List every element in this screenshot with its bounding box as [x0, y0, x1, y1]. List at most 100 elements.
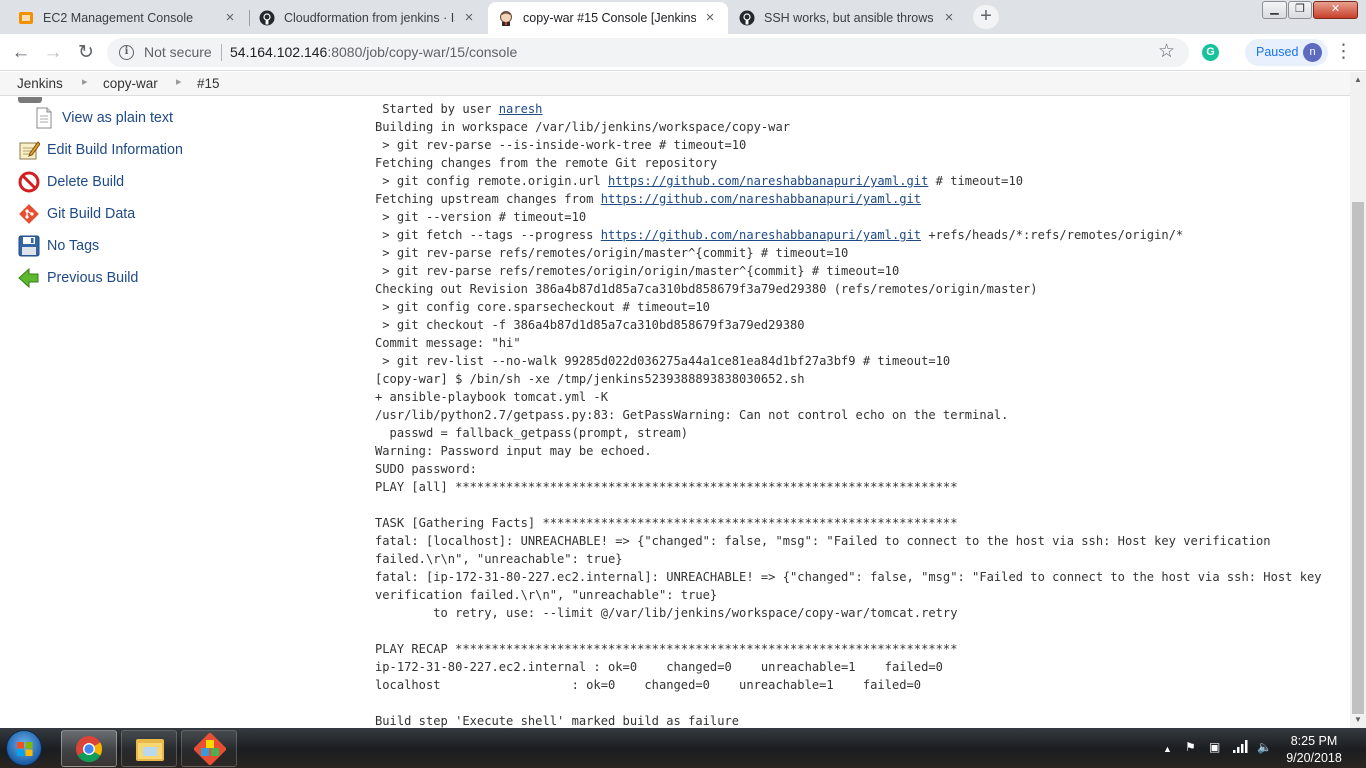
address-bar[interactable]: i Not secure 54.164.102.146:8080/job/cop… — [107, 38, 1189, 67]
jenkins-icon — [498, 10, 514, 26]
scrollbar-thumb[interactable] — [1352, 202, 1364, 714]
console-line: > git config remote.origin.url https://g… — [375, 172, 1345, 190]
avatar: n — [1303, 43, 1322, 62]
console-line-text: localhost : ok=0 changed=0 unreachable=1… — [375, 678, 922, 692]
close-window-button[interactable]: ✕ — [1313, 1, 1358, 19]
action-center-flag-icon[interactable]: ⚑ — [1185, 740, 1196, 754]
github-icon — [259, 10, 275, 26]
console-link[interactable]: https://github.com/nareshabbanapuri/yaml… — [601, 228, 921, 242]
sidebar-item-git-build-data[interactable]: Git Build Data — [18, 202, 135, 226]
console-line-text: +refs/heads/*:refs/remotes/origin/* — [921, 228, 1184, 242]
console-line: > git config core.sparsecheckout # timeo… — [375, 298, 1345, 316]
back-arrow-icon[interactable]: ← — [8, 40, 34, 66]
console-line-text: Fetching changes from the remote Git rep… — [375, 156, 718, 170]
bookmark-star-icon[interactable]: ☆ — [1158, 40, 1175, 63]
green-arrow-left-icon — [18, 267, 40, 289]
taskbar-git-gui-button[interactable] — [181, 730, 237, 767]
console-line-text: > git rev-parse refs/remotes/origin/orig… — [375, 264, 900, 278]
omnibox-divider — [221, 44, 222, 61]
aws-icon — [18, 10, 34, 26]
console-line-text: > git config remote.origin.url — [375, 174, 608, 188]
sidebar-item-label: Delete Build — [47, 174, 125, 190]
console-line-text: Commit message: "hi" — [375, 336, 521, 350]
device-icon[interactable]: ▣ — [1209, 740, 1220, 754]
no-entry-icon — [18, 171, 40, 193]
close-tab-icon[interactable]: × — [702, 10, 718, 26]
console-line: PLAY [all] *****************************… — [375, 478, 1345, 496]
windows-start-button[interactable] — [6, 730, 42, 766]
scroll-up-arrow-icon[interactable]: ▲ — [1350, 72, 1366, 88]
sidebar-item-label: Previous Build — [47, 270, 139, 286]
breadcrumb-copy-war[interactable]: copy-war — [103, 76, 158, 91]
console-line: PLAY RECAP *****************************… — [375, 640, 1345, 658]
console-line: Build step 'Execute shell' marked build … — [375, 712, 1345, 728]
floppy-disk-icon — [18, 235, 40, 257]
close-tab-icon[interactable]: × — [941, 10, 957, 26]
console-line: [copy-war] $ /bin/sh -xe /tmp/jenkins523… — [375, 370, 1345, 388]
browser-toolbar: ← → ↻ i Not secure 54.164.102.146:8080/j… — [0, 34, 1366, 71]
console-line-text: Checking out Revision 386a4b87d1d85a7ca3… — [375, 282, 1038, 296]
console-link[interactable]: https://github.com/nareshabbanapuri/yaml… — [601, 192, 921, 206]
tab-jenkins-console[interactable]: copy-war #15 Console [Jenkins] × — [488, 2, 728, 34]
breadcrumb-jenkins[interactable]: Jenkins — [17, 76, 63, 91]
console-line: verification failed.\r\n", "unreachable"… — [375, 586, 1345, 604]
breadcrumb-arrow-icon[interactable]: ▸ — [82, 75, 88, 88]
volume-speaker-icon[interactable]: 🔈 — [1257, 740, 1272, 754]
tab-cloudformation-issue[interactable]: Cloudformation from jenkins · Iss × — [249, 2, 487, 34]
grammarly-icon[interactable]: G — [1202, 44, 1219, 61]
system-clock[interactable]: 8:25 PM 9/20/2018 — [1274, 733, 1354, 767]
console-line: > git rev-parse --is-inside-work-tree # … — [375, 136, 1345, 154]
console-line: Commit message: "hi" — [375, 334, 1345, 352]
console-line-text: [copy-war] $ /bin/sh -xe /tmp/jenkins523… — [375, 372, 805, 386]
minimize-window-button[interactable]: ▁ — [1262, 1, 1287, 19]
sidebar-item-label: Git Build Data — [47, 206, 136, 222]
tray-show-hidden-icon[interactable]: ▲ — [1163, 744, 1172, 754]
reload-icon[interactable]: ↻ — [73, 40, 99, 66]
console-line-text: failed.\r\n", "unreachable": true} — [375, 552, 623, 566]
sidebar-item-edit-build-information[interactable]: Edit Build Information — [18, 138, 183, 162]
tab-ec2-console[interactable]: EC2 Management Console × — [8, 2, 248, 34]
breadcrumb-arrow-icon[interactable]: ▸ — [176, 75, 182, 88]
taskbar-file-explorer-button[interactable] — [121, 730, 177, 767]
console-line: TASK [Gathering Facts] *****************… — [375, 514, 1345, 532]
console-line-text: /usr/lib/python2.7/getpass.py:83: GetPas… — [375, 408, 1009, 422]
console-line-text: fatal: [ip-172-31-80-227.ec2.internal]: … — [375, 570, 1322, 584]
info-icon[interactable]: i — [119, 45, 134, 60]
console-line: passwd = fallback_getpass(prompt, stream… — [375, 424, 1345, 442]
console-line: Fetching changes from the remote Git rep… — [375, 154, 1345, 172]
console-link[interactable]: naresh — [499, 102, 543, 116]
sidebar-item-delete-build[interactable]: Delete Build — [18, 170, 124, 194]
sidebar-item-view-plain-text[interactable]: View as plain text — [33, 106, 173, 130]
console-link[interactable]: https://github.com/nareshabbanapuri/yaml… — [608, 174, 928, 188]
console-line: localhost : ok=0 changed=0 unreachable=1… — [375, 676, 1345, 694]
console-line-text: > git config core.sparsecheckout # timeo… — [375, 300, 710, 314]
network-signal-icon[interactable] — [1233, 740, 1249, 756]
sidebar-item-no-tags[interactable]: No Tags — [18, 234, 99, 258]
breadcrumb-build-15[interactable]: #15 — [197, 76, 220, 91]
sync-paused-button[interactable]: Paused n — [1245, 39, 1328, 66]
not-secure-label[interactable]: Not secure — [144, 44, 212, 60]
page-scrollbar[interactable]: ▲ ▼ — [1350, 72, 1366, 728]
close-tab-icon[interactable]: × — [461, 10, 477, 26]
chrome-menu-icon[interactable]: ⋮ — [1334, 41, 1353, 63]
console-line-text: fatal: [localhost]: UNREACHABLE! => {"ch… — [375, 534, 1271, 548]
taskbar-chrome-button[interactable] — [61, 730, 117, 767]
close-tab-icon[interactable]: × — [222, 10, 238, 26]
tab-title: copy-war #15 Console [Jenkins] — [523, 11, 696, 25]
console-line-text: > git rev-list --no-walk 99285d022d03627… — [375, 354, 951, 368]
console-line-text: Warning: Password input may be echoed. — [375, 444, 652, 458]
console-line: fatal: [ip-172-31-80-227.ec2.internal]: … — [375, 568, 1345, 586]
tab-ssh-ansible[interactable]: SSH works, but ansible throws un × — [729, 2, 967, 34]
sidebar-item-previous-build[interactable]: Previous Build — [18, 266, 138, 290]
console-line: + ansible-playbook tomcat.yml -K — [375, 388, 1345, 406]
console-line: > git rev-parse refs/remotes/origin/mast… — [375, 244, 1345, 262]
console-line: > git fetch --tags --progress https://gi… — [375, 226, 1345, 244]
new-tab-button[interactable]: + — [973, 5, 999, 29]
url-text[interactable]: 54.164.102.146:8080/job/copy-war/15/cons… — [230, 44, 517, 60]
scroll-down-arrow-icon[interactable]: ▼ — [1350, 712, 1366, 728]
forward-arrow-icon[interactable]: → — [40, 40, 66, 66]
restore-window-button[interactable]: ❐ — [1288, 1, 1312, 19]
console-line: Warning: Password input may be echoed. — [375, 442, 1345, 460]
console-line-text: TASK [Gathering Facts] *****************… — [375, 516, 958, 530]
windows-logo-icon — [17, 742, 33, 756]
